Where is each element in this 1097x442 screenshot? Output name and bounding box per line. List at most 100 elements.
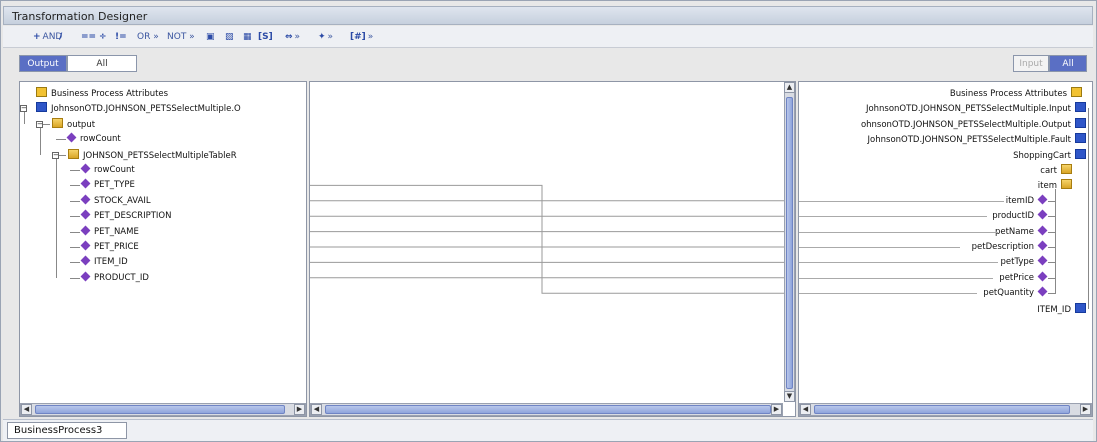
scroll-right-icon[interactable]: ▶ [294,404,305,415]
scroll-up-icon[interactable]: ▲ [784,82,795,93]
link-button[interactable]: ⇔» [285,30,300,44]
tree-field-item[interactable]: PET_TYPE [80,178,135,191]
tree-item-label: petQuantity [983,288,1034,299]
tree-node-item[interactable]: JOHNSON_PETSSelectMultipleTableR [68,148,237,161]
component-icon [1075,102,1086,113]
scroll-left-icon[interactable]: ◀ [800,404,811,415]
tree-node-item[interactable]: ohnsonOTD.JOHNSON_PETSSelectMultiple.Out… [861,117,1086,130]
left-horizontal-scrollbar[interactable]: ◀ ▶ [20,403,306,416]
tree-node-item[interactable]: Business Process Attributes [950,87,1082,99]
string-button[interactable]: ▣ [206,30,215,44]
tree-field-item[interactable]: PET_PRICE [80,240,139,253]
mapping-link[interactable] [310,184,796,263]
tree-field-item[interactable]: rowCount [66,132,121,145]
number-button[interactable]: [#]» [350,30,373,44]
folder-icon [1061,179,1072,190]
tree-connector [70,247,80,248]
tree-node-item[interactable]: output [52,117,95,130]
tree-connector [56,139,66,141]
collapse-toggle-icon[interactable]: − [52,151,59,159]
tree-field-item[interactable]: PET_NAME [80,225,139,238]
tab-all-left[interactable]: All [67,55,137,72]
tree-item-label: petPrice [999,272,1034,283]
tree-field-item[interactable]: petDescription [972,240,1048,253]
select-button[interactable]: [S] [258,30,273,44]
left-scroll-thumb[interactable] [35,405,285,414]
paste-icon: ▦ [243,32,252,42]
component-icon [1075,302,1086,313]
tree-field-item[interactable]: PET_DESCRIPTION [80,209,171,222]
copy-icon: ▨ [225,32,234,42]
not-equals-icon: != [115,32,127,42]
tree-item-label: itemID [1005,195,1034,206]
divide-button[interactable]: / [59,30,62,44]
right-horizontal-scrollbar[interactable]: ◀ ▶ [799,403,1092,416]
tree-field-item[interactable]: ITEM_ID [80,255,128,268]
not-button[interactable]: NOT » [167,30,195,44]
tab-output[interactable]: Output [19,55,67,72]
scroll-left-icon[interactable]: ◀ [21,404,32,415]
tree-node-item[interactable]: ITEM_ID [1037,302,1086,315]
mapping-canvas[interactable]: ▲ ▼ ◀ ▶ [309,81,796,417]
tree-node-item[interactable]: JohnsonOTD.JOHNSON_PETSSelectMultiple.Fa… [868,133,1086,145]
divide-op-button[interactable]: ÷ [99,30,107,44]
field-icon [1037,194,1048,205]
tree-field-item[interactable]: itemID [1005,194,1048,207]
window-title: Transformation Designer [12,10,148,23]
tree-connector [70,200,80,202]
tree-field-item[interactable]: productID [992,209,1048,222]
or-button[interactable]: OR » [137,30,159,44]
toolbar-label: » [327,32,334,42]
link-icon: ⇔ [285,32,293,42]
right-scroll-thumb[interactable] [814,405,1070,414]
field-icon [1037,209,1048,220]
tree-field-item[interactable]: PRODUCT_ID [80,271,149,284]
scroll-down-icon[interactable]: ▼ [784,391,795,402]
tree-field-item[interactable]: petPrice [999,271,1048,284]
copy-button[interactable]: ▨ [225,30,234,44]
not-equals-button[interactable]: != [115,30,127,44]
tree-node-item[interactable]: Business Process Attributes [36,87,168,99]
tree-item-label: Business Process Attributes [949,89,1067,99]
canvas-vscroll-thumb[interactable] [786,97,793,389]
tree-item-label: PET_NAME [94,226,139,237]
and-icon: + [33,32,41,42]
tree-field-item[interactable]: rowCount [80,163,135,176]
paste-button[interactable]: ▦ [243,30,252,44]
canvas-horizontal-scrollbar[interactable]: ◀ ▶ [310,403,783,416]
scroll-right-icon[interactable]: ▶ [1080,404,1091,415]
mapping-stub [799,277,993,279]
mapping-stub [799,247,961,248]
node-button[interactable]: ✦» [318,30,333,44]
tree-connector [70,216,80,218]
field-icon [80,225,91,236]
tree-item-label: petName [994,226,1034,237]
mapping-stub [799,262,999,264]
field-icon [80,163,91,174]
and-button[interactable]: + AND [33,30,62,44]
canvas-vertical-scrollbar[interactable]: ▲ ▼ [784,82,795,402]
collapse-toggle-icon[interactable]: − [20,105,27,113]
tab-input[interactable]: Input [1013,55,1049,72]
canvas-scroll-thumb[interactable] [325,405,771,414]
tree-node-item[interactable]: JohnsonOTD.JOHNSON_PETSSelectMultiple.O [36,102,241,114]
tree-node-item[interactable]: JohnsonOTD.JOHNSON_PETSSelectMultiple.In… [866,102,1086,114]
tree-guide-line [40,123,41,155]
scroll-left-icon[interactable]: ◀ [311,404,322,415]
tree-field-item[interactable]: petName [994,225,1048,238]
tree-item-label: STOCK_AVAIL [94,195,151,206]
tab-business-process[interactable]: BusinessProcess3 [7,422,127,439]
node-icon: ✦ [318,32,326,42]
string-icon: ▣ [206,32,215,42]
tree-field-item[interactable]: petQuantity [983,286,1048,299]
tree-node-item[interactable]: cart [1040,164,1072,176]
output-tree-pane: Business Process Attributes JohnsonOTD.JO… [19,81,307,417]
tree-field-item[interactable]: STOCK_AVAIL [80,194,151,207]
scroll-right-icon[interactable]: ▶ [771,404,782,415]
collapse-toggle-icon[interactable]: − [36,120,43,128]
tab-all-right[interactable]: All [1049,55,1087,72]
equals-button[interactable]: == [81,30,96,44]
component-icon [1075,133,1086,144]
tree-field-item[interactable]: petType [1001,255,1048,268]
tree-node-item[interactable]: ShoppingCart [1013,148,1086,161]
